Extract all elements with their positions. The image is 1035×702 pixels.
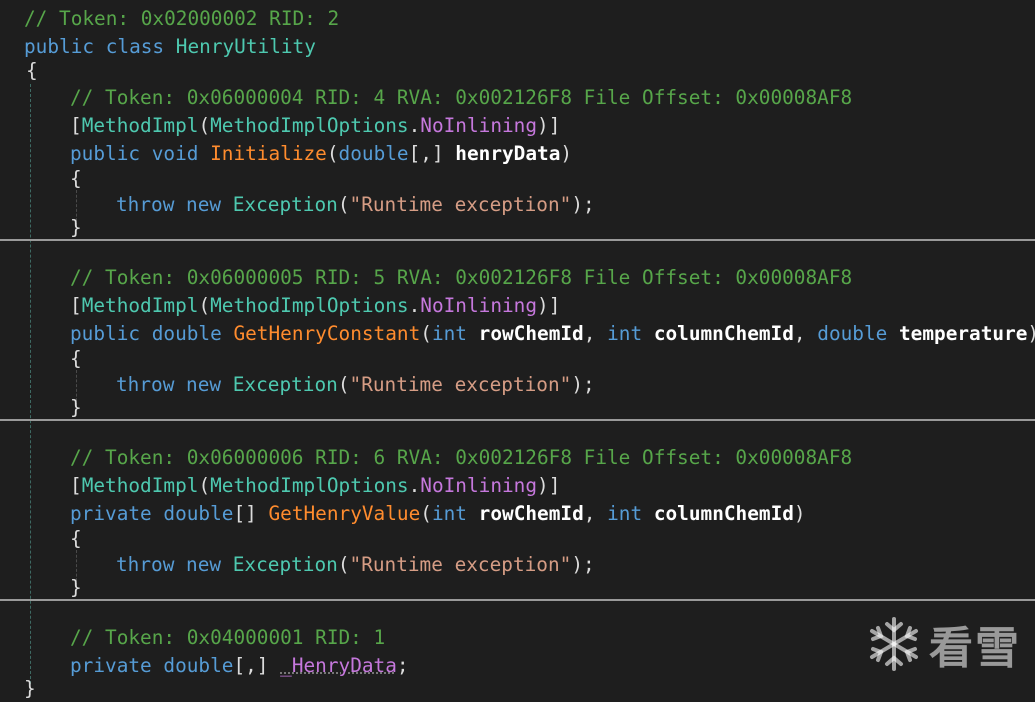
- method-signature[interactable]: private double[] GetHenryValue(int rowCh…: [70, 501, 806, 527]
- method-comment: // Token: 0x06000006 RID: 6 RVA: 0x00212…: [70, 446, 853, 469]
- class-brace-close: }: [24, 677, 36, 700]
- parameter-name: rowChemId: [478, 322, 584, 345]
- method-name: GetHenryValue: [256, 502, 421, 525]
- class-comment: // Token: 0x02000002 RID: 2: [24, 7, 340, 30]
- method-signature[interactable]: public double GetHenryConstant(int rowCh…: [70, 321, 1035, 347]
- parameter-name: temperature: [899, 322, 1028, 345]
- method-attribute: [MethodImpl(MethodImplOptions.NoInlining…: [70, 114, 561, 137]
- field-name: _HenryData: [280, 654, 397, 677]
- method-attribute: [MethodImpl(MethodImplOptions.NoInlining…: [70, 294, 561, 317]
- watermark-text: 看雪: [929, 623, 1021, 674]
- field-declaration[interactable]: private double[,] _HenryData;: [70, 653, 409, 679]
- method-body: throw new Exception("Runtime exception")…: [116, 553, 595, 576]
- method-brace-close: }: [70, 216, 82, 239]
- method-body: throw new Exception("Runtime exception")…: [116, 373, 595, 396]
- parameter-name: columnChemId: [653, 322, 794, 345]
- method-separator: [0, 419, 1035, 421]
- class-brace-open: {: [26, 59, 38, 82]
- method-body: throw new Exception("Runtime exception")…: [116, 193, 595, 216]
- method-attribute: [MethodImpl(MethodImplOptions.NoInlining…: [70, 474, 561, 497]
- method-separator: [0, 239, 1035, 241]
- method-signature[interactable]: public void Initialize(double[,] henryDa…: [70, 141, 572, 167]
- method-name: GetHenryConstant: [221, 322, 421, 345]
- parameter-name: henryData: [455, 142, 561, 165]
- parameter-name: columnChemId: [653, 502, 794, 525]
- watermark: 看雪: [865, 612, 1021, 676]
- method-brace-close: }: [70, 576, 82, 599]
- method-name: Initialize: [198, 142, 327, 165]
- method-comment: // Token: 0x06000004 RID: 4 RVA: 0x00212…: [70, 86, 853, 109]
- method-comment: // Token: 0x06000005 RID: 5 RVA: 0x00212…: [70, 266, 853, 289]
- class-name: HenryUtility: [175, 35, 316, 58]
- method-brace-close: }: [70, 396, 82, 419]
- parameter-name: rowChemId: [478, 502, 584, 525]
- method-separator: [0, 599, 1035, 601]
- keyword-class: class: [105, 35, 165, 58]
- indent-guide: [30, 84, 31, 684]
- keyword-public: public: [24, 35, 95, 58]
- class-declaration[interactable]: public class HenryUtility: [24, 34, 316, 60]
- field-comment: // Token: 0x04000001 RID: 1: [70, 626, 386, 649]
- snowflake-icon: [865, 615, 923, 673]
- code-editor[interactable]: // Token: 0x02000002 RID: 2 public class…: [0, 0, 1035, 700]
- method-brace-open: {: [70, 527, 82, 550]
- method-brace-open: {: [70, 167, 82, 190]
- method-brace-open: {: [70, 347, 82, 370]
